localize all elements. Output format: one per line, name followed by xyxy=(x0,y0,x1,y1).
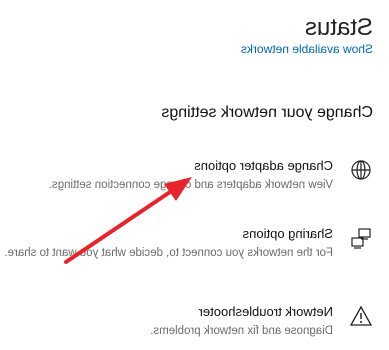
red-arrow-annotation xyxy=(64,177,192,264)
arrow-shaft xyxy=(64,186,178,264)
arrow-head xyxy=(164,177,192,201)
